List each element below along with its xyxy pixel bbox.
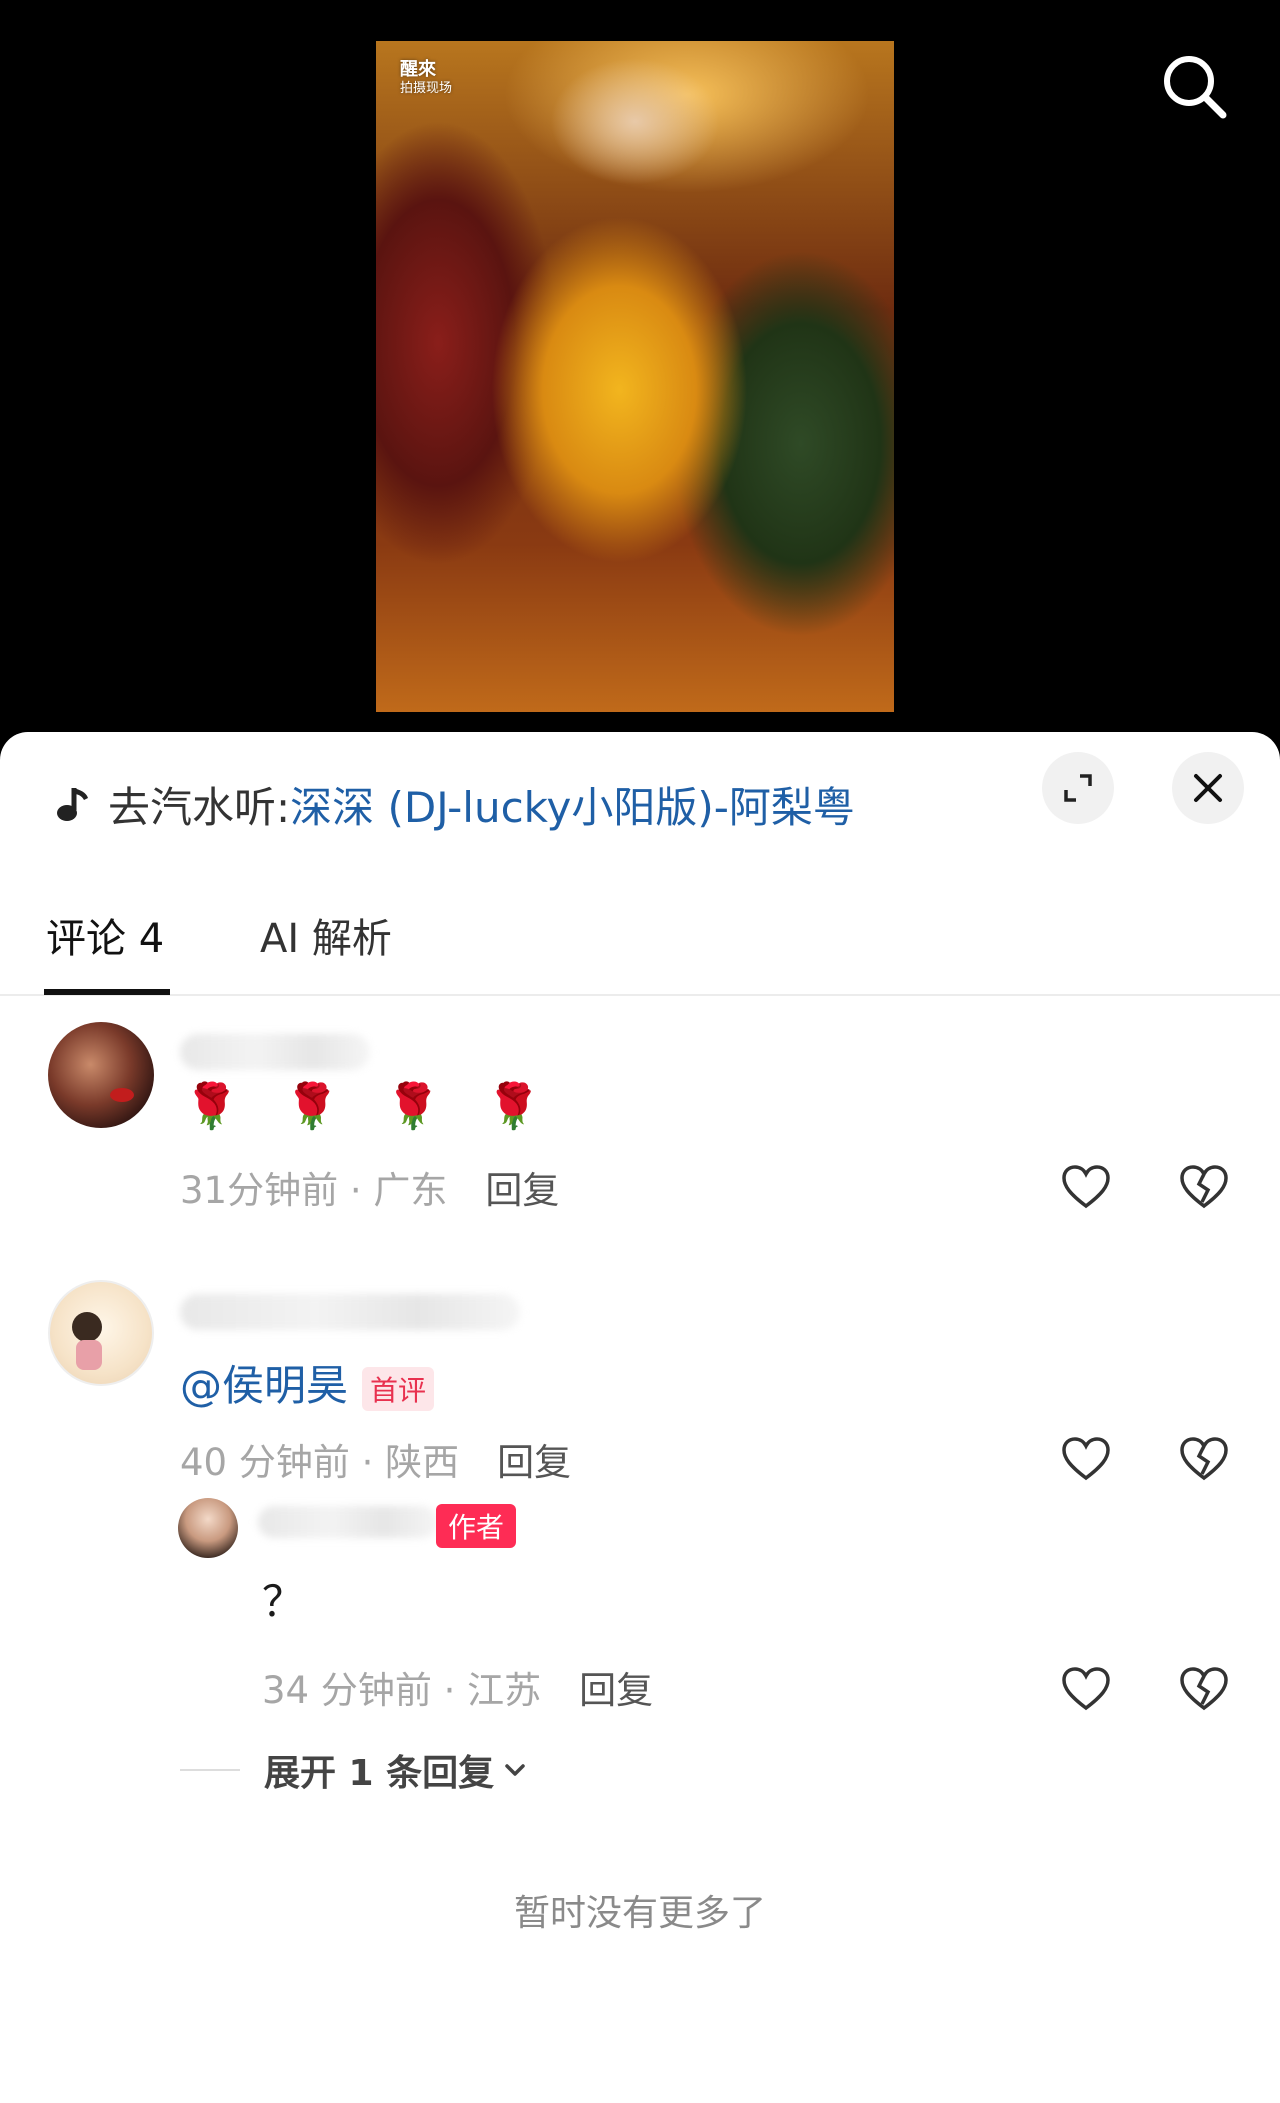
music-note-icon <box>57 788 88 821</box>
expand-sheet-button[interactable] <box>1042 752 1114 824</box>
expand-replies-button[interactable]: 展开 1 条回复 <box>180 1744 530 1796</box>
broken-heart-icon[interactable] <box>1178 1434 1230 1486</box>
expand-divider <box>180 1769 240 1771</box>
music-prefix: 去汽水听: <box>108 782 291 832</box>
close-sheet-button[interactable] <box>1172 752 1244 824</box>
tab-active-indicator <box>44 989 170 995</box>
heart-icon[interactable] <box>1060 1664 1112 1716</box>
comment-sheet: 去汽水听: 深深 (DJ-lucky小阳版)-阿梨粤 评论 4 AI 解析 🌹 … <box>0 732 1280 2103</box>
reply-button[interactable]: 回复 <box>497 1441 571 1484</box>
no-more-text: 暂时没有更多了 <box>513 1893 766 1934</box>
author-badge: 作者 <box>436 1504 517 1548</box>
video-frame[interactable]: 醒來 拍摄现场 <box>376 41 894 712</box>
avatar[interactable] <box>48 1280 154 1386</box>
username-blurred[interactable] <box>180 1294 520 1330</box>
tab-ai-analysis[interactable]: AI 解析 <box>260 906 392 964</box>
reply-username-blurred[interactable] <box>258 1506 438 1538</box>
comment-time-location: 40 分钟前 · 陕西 <box>180 1441 460 1484</box>
watermark-subtitle: 拍摄现场 <box>400 80 453 96</box>
reply-button[interactable]: 回复 <box>579 1669 653 1712</box>
username-blurred[interactable] <box>180 1034 370 1070</box>
video-player[interactable]: 醒來 拍摄现场 <box>0 0 1280 740</box>
heart-icon[interactable] <box>1060 1434 1112 1486</box>
watermark-title: 醒來 <box>400 59 436 80</box>
comment-text: 🌹 🌹 🌹 🌹 <box>184 1081 558 1132</box>
reply-button[interactable]: 回复 <box>485 1169 559 1212</box>
search-icon <box>1164 56 1227 119</box>
tab-bar: 评论 4 AI 解析 <box>0 892 1280 996</box>
tab-comments[interactable]: 评论 4 <box>46 906 164 964</box>
first-comment-badge: 首评 <box>362 1366 435 1411</box>
heart-icon[interactable] <box>1060 1162 1112 1214</box>
comment-text: @侯明昊 首评 <box>180 1352 435 1413</box>
reply-text: ？ <box>262 1577 305 1626</box>
mention-link[interactable]: @侯明昊 <box>180 1361 348 1410</box>
broken-heart-icon[interactable] <box>1178 1664 1230 1716</box>
chevron-down-icon <box>505 1764 525 1776</box>
close-icon <box>1194 774 1222 802</box>
music-row[interactable]: 去汽水听: 深深 (DJ-lucky小阳版)-阿梨粤 <box>50 774 855 834</box>
comment-meta: 40 分钟前 · 陕西 回复 <box>180 1432 571 1486</box>
expand-replies-label: 展开 1 条回复 <box>264 1753 495 1794</box>
expand-icon <box>1064 774 1092 802</box>
broken-heart-icon[interactable] <box>1178 1162 1230 1214</box>
search-button[interactable] <box>1160 52 1230 122</box>
comment-meta: 31分钟前 · 广东 回复 <box>180 1160 559 1214</box>
comment-time-location: 31分钟前 · 广东 <box>180 1169 448 1212</box>
video-watermark: 醒來 拍摄现场 <box>400 59 452 96</box>
reply-meta: 34 分钟前 · 江苏 回复 <box>262 1660 653 1714</box>
avatar[interactable] <box>48 1022 154 1128</box>
music-song-link[interactable]: 深深 (DJ-lucky小阳版)-阿梨粤 <box>290 774 855 835</box>
reply-time-location: 34 分钟前 · 江苏 <box>262 1669 542 1712</box>
reply-avatar[interactable] <box>178 1498 238 1558</box>
